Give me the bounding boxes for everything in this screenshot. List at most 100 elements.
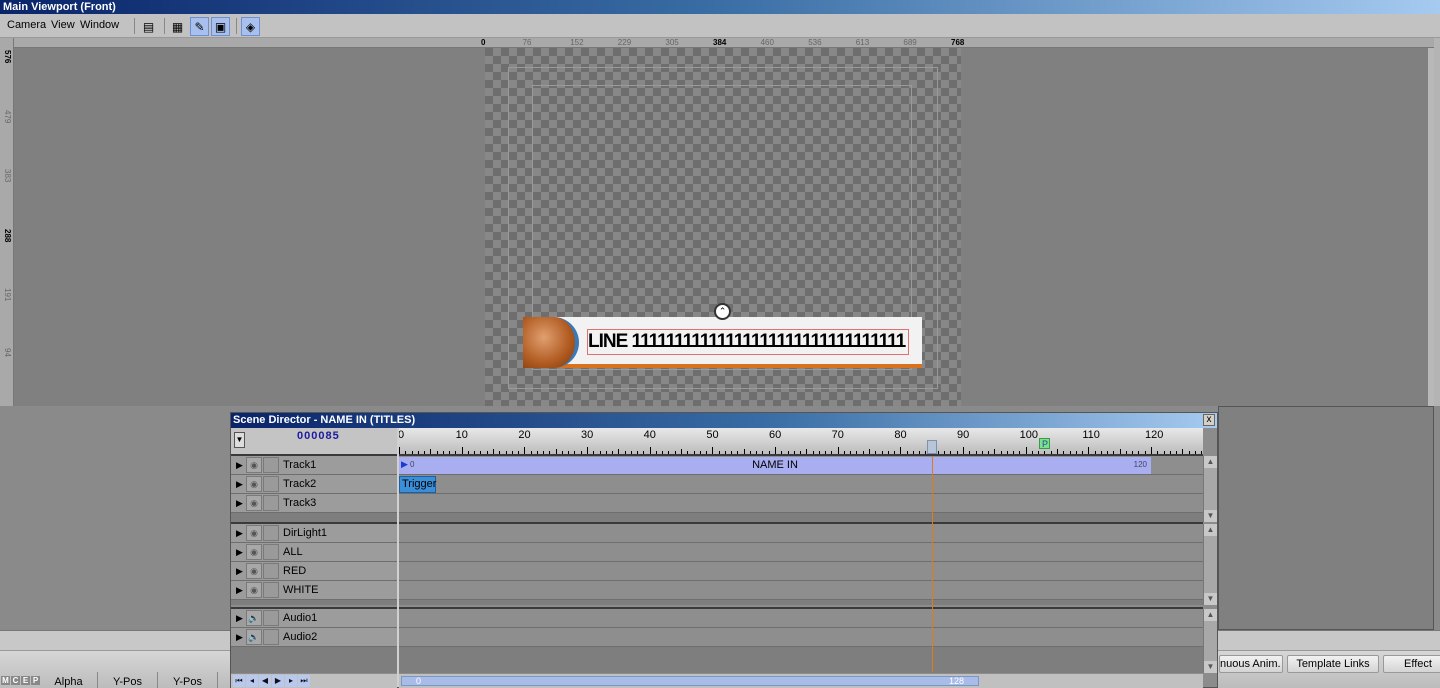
- step-forward-icon[interactable]: ▸: [285, 675, 297, 687]
- lock-toggle[interactable]: [263, 476, 279, 492]
- grid-icon[interactable]: ▦: [168, 17, 187, 36]
- tab-pos[interactable]: Y-Pos: [158, 672, 218, 688]
- scroll-end-label: 128: [948, 676, 964, 686]
- expand-arrow-icon[interactable]: ▶: [236, 498, 243, 509]
- expand-arrow-icon[interactable]: ▶: [236, 632, 243, 643]
- expand-arrow-icon[interactable]: ▶: [236, 547, 243, 558]
- visibility-eye-icon[interactable]: ◉: [246, 544, 262, 560]
- visibility-eye-icon[interactable]: ◉: [246, 582, 262, 598]
- track-lane[interactable]: [399, 543, 1203, 562]
- lock-toggle[interactable]: [263, 495, 279, 511]
- timeline-scale[interactable]: 0 10 20 30 40 50 60 70 80 90 100 110 120 P: [399, 428, 1203, 456]
- scale-label: 10: [455, 429, 468, 441]
- view-mode-icon[interactable]: ◈: [241, 17, 260, 36]
- tab-y-pos[interactable]: Y-Pos: [98, 672, 158, 688]
- scroll-down-icon[interactable]: ▼: [1204, 510, 1217, 522]
- go-to-end-icon[interactable]: ⏭: [298, 675, 310, 687]
- lock-toggle[interactable]: [263, 525, 279, 541]
- visibility-eye-icon[interactable]: ◉: [246, 563, 262, 579]
- lock-toggle[interactable]: [263, 457, 279, 473]
- chevron-down-icon[interactable]: ▼: [234, 432, 245, 448]
- expand-arrow-icon[interactable]: ▶: [236, 479, 243, 490]
- timeline-horizontal-scrollbar[interactable]: 0 128: [399, 674, 1203, 688]
- lock-toggle[interactable]: [263, 610, 279, 626]
- continuous-anim-button[interactable]: nuous Anim.: [1219, 655, 1283, 673]
- scene-director-window: Scene Director - NAME IN (TITLES) x ▼ 00…: [230, 412, 1218, 688]
- menu-window[interactable]: Window: [80, 19, 119, 31]
- track-lane[interactable]: [399, 524, 1203, 543]
- step-back-icon[interactable]: ◂: [246, 675, 258, 687]
- trigger-block[interactable]: Trigger: [399, 476, 436, 493]
- vertical-scrollbar[interactable]: ▲ ▼: [1203, 609, 1217, 673]
- visibility-eye-icon[interactable]: ◉: [246, 525, 262, 541]
- expand-arrow-icon[interactable]: ▶: [236, 613, 243, 624]
- visibility-eye-icon[interactable]: ◉: [246, 457, 262, 473]
- scroll-down-icon[interactable]: ▼: [1204, 661, 1217, 673]
- marker-p[interactable]: P: [1039, 438, 1051, 449]
- vertical-scrollbar[interactable]: ▲ ▼: [1203, 524, 1217, 605]
- play-icon[interactable]: ▶: [272, 675, 284, 687]
- track-lane[interactable]: [399, 609, 1203, 628]
- track-lane[interactable]: ▶ 0 NAME IN 120: [399, 456, 1203, 475]
- safe-area-icon[interactable]: ▣: [211, 17, 230, 36]
- panel-splitter[interactable]: [397, 428, 399, 687]
- visibility-eye-icon[interactable]: ◉: [246, 476, 262, 492]
- clip-name-in[interactable]: ▶ 0 NAME IN 120: [399, 457, 1151, 474]
- track-row[interactable]: ▶ ◉ Track2: [231, 475, 397, 494]
- track-row[interactable]: ▶ ◉ DirLight1: [231, 524, 397, 543]
- mcep-toggle-p[interactable]: P: [31, 676, 40, 685]
- speaker-icon[interactable]: 🔈: [246, 629, 262, 645]
- track-lane[interactable]: [399, 628, 1203, 647]
- mcep-toggle-c[interactable]: C: [11, 676, 20, 685]
- scroll-start-label: 0: [416, 676, 422, 686]
- playhead-line[interactable]: [931, 456, 933, 672]
- lock-toggle[interactable]: [263, 582, 279, 598]
- track-row[interactable]: ▶ ◉ Track3: [231, 494, 397, 513]
- scroll-thumb[interactable]: 0 128: [401, 676, 979, 686]
- scroll-up-icon[interactable]: ▲: [1204, 609, 1217, 621]
- effects-button[interactable]: Effect: [1383, 655, 1440, 673]
- lock-toggle[interactable]: [263, 544, 279, 560]
- lock-toggle[interactable]: [263, 563, 279, 579]
- track-row[interactable]: ▶ 🔈 Audio1: [231, 609, 397, 628]
- playhead-handle[interactable]: [926, 440, 937, 454]
- track-lane[interactable]: Trigger: [399, 475, 1203, 494]
- expand-arrow-icon[interactable]: ▶: [236, 460, 243, 471]
- track-row[interactable]: ▶ ◉ RED: [231, 562, 397, 581]
- go-to-start-icon[interactable]: ⏮: [233, 675, 245, 687]
- track-header: ▼ 000085: [231, 428, 397, 456]
- mcep-toggle-m[interactable]: M: [1, 676, 10, 685]
- edit-pencil-icon[interactable]: ✎: [190, 17, 209, 36]
- template-links-button[interactable]: Template Links: [1287, 655, 1379, 673]
- lock-toggle[interactable]: [263, 629, 279, 645]
- track-lane[interactable]: [399, 581, 1203, 600]
- mcep-toggle-e[interactable]: E: [21, 676, 30, 685]
- pivot-handle-icon[interactable]: ⌃: [714, 303, 731, 320]
- expand-arrow-icon[interactable]: ▶: [236, 528, 243, 539]
- close-icon[interactable]: x: [1203, 414, 1215, 426]
- track-lane[interactable]: [399, 562, 1203, 581]
- scroll-up-icon[interactable]: ▲: [1204, 524, 1217, 536]
- speaker-icon[interactable]: 🔈: [246, 610, 262, 626]
- track-row[interactable]: ▶ ◉ ALL: [231, 543, 397, 562]
- scroll-down-icon[interactable]: ▼: [1204, 593, 1217, 605]
- layout-icon[interactable]: ▤: [139, 17, 158, 36]
- track-lane[interactable]: [399, 494, 1203, 513]
- expand-arrow-icon[interactable]: ▶: [236, 585, 243, 596]
- lower-third-graphic[interactable]: LINE 11111111111111111111111111111111: [523, 317, 922, 368]
- track-row[interactable]: ▶ 🔈 Audio2: [231, 628, 397, 647]
- graphic-text[interactable]: LINE 11111111111111111111111111111111: [587, 329, 909, 355]
- visibility-eye-icon[interactable]: ◉: [246, 495, 262, 511]
- menu-view[interactable]: View: [51, 19, 75, 31]
- vertical-scrollbar[interactable]: ▲ ▼: [1203, 456, 1217, 522]
- track-row[interactable]: ▶ ◉ WHITE: [231, 581, 397, 600]
- scroll-up-icon[interactable]: ▲: [1204, 456, 1217, 468]
- menu-camera[interactable]: Camera: [7, 19, 46, 31]
- tab-alpha[interactable]: Alpha: [40, 672, 98, 688]
- play-reverse-icon[interactable]: ◀: [259, 675, 271, 687]
- scale-tick: [837, 447, 839, 454]
- horizontal-ruler: 0 76 152 229 305 384 460 536 613 689 768: [14, 38, 1434, 48]
- track-row[interactable]: ▶ ◉ Track1: [231, 456, 397, 475]
- expand-arrow-icon[interactable]: ▶: [236, 566, 243, 577]
- frame-counter[interactable]: 000085: [297, 430, 340, 442]
